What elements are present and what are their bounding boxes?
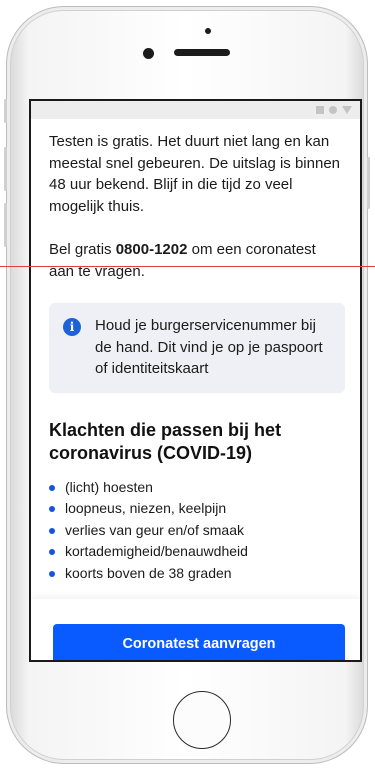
list-item: kortademigheid/benauwdheid	[49, 541, 345, 563]
bullet-dot	[49, 484, 55, 491]
symptoms-title: Klachten die passen bij het coronavirus …	[49, 419, 282, 463]
status-bar	[31, 101, 360, 119]
bullet-dot	[49, 549, 55, 555]
mute-switch	[4, 99, 7, 123]
list-item: loopneus, niezen, keelpijn	[49, 498, 345, 520]
info-icon: i	[63, 318, 81, 336]
list-item: koorts boven de 38 graden	[49, 563, 345, 585]
bullet-dot	[49, 570, 55, 577]
bottom-action-bar: Coronatest aanvragen	[31, 599, 360, 660]
earpiece-speaker	[174, 49, 230, 56]
symptom-text: koorts boven de 38 graden	[65, 564, 232, 581]
intro-paragraph: Testen is gratis. Het duurt niet lang en…	[49, 133, 341, 215]
status-icons	[316, 106, 352, 114]
bullet-dot	[49, 527, 55, 534]
symptom-text: verlies van geur en/of smaak	[65, 521, 244, 538]
symptom-text: kortademigheid/benauwdheid	[65, 543, 248, 559]
guide-line	[0, 266, 375, 267]
proximity-sensor	[205, 28, 211, 34]
info-text: Houd je burgerservicenummer bij de hand.…	[95, 317, 323, 377]
phone-screen: Testen is gratis. Het duurt niet lang en…	[29, 99, 362, 662]
volume-down-button	[4, 203, 7, 247]
symptom-list: (licht) hoesten loopneus, niezen, keelpi…	[49, 477, 345, 585]
call-paragraph: Bel gratis 0800-1202 om een coronatest a…	[49, 239, 345, 282]
request-coronatest-button[interactable]: Coronatest aanvragen	[53, 624, 345, 660]
list-item: (licht) hoesten	[49, 477, 345, 499]
volume-up-button	[4, 147, 7, 191]
phone-number[interactable]: 0800-1202	[116, 241, 188, 258]
home-button[interactable]	[173, 691, 231, 749]
call-prefix: Bel gratis	[49, 241, 116, 258]
front-camera	[143, 48, 154, 59]
page-content: Testen is gratis. Het duurt niet lang en…	[49, 131, 345, 584]
triangle-down-icon	[342, 106, 352, 114]
power-button	[367, 157, 370, 209]
info-box: i Houd je burgerservicenummer bij de han…	[49, 303, 345, 393]
circle-icon	[329, 106, 337, 114]
symptom-text: loopneus, niezen, keelpijn	[65, 500, 227, 516]
bullet-dot	[49, 506, 55, 512]
square-icon	[316, 106, 324, 114]
symptom-text: (licht) hoesten	[65, 478, 153, 495]
list-item: verlies van geur en/of smaak	[49, 520, 345, 542]
